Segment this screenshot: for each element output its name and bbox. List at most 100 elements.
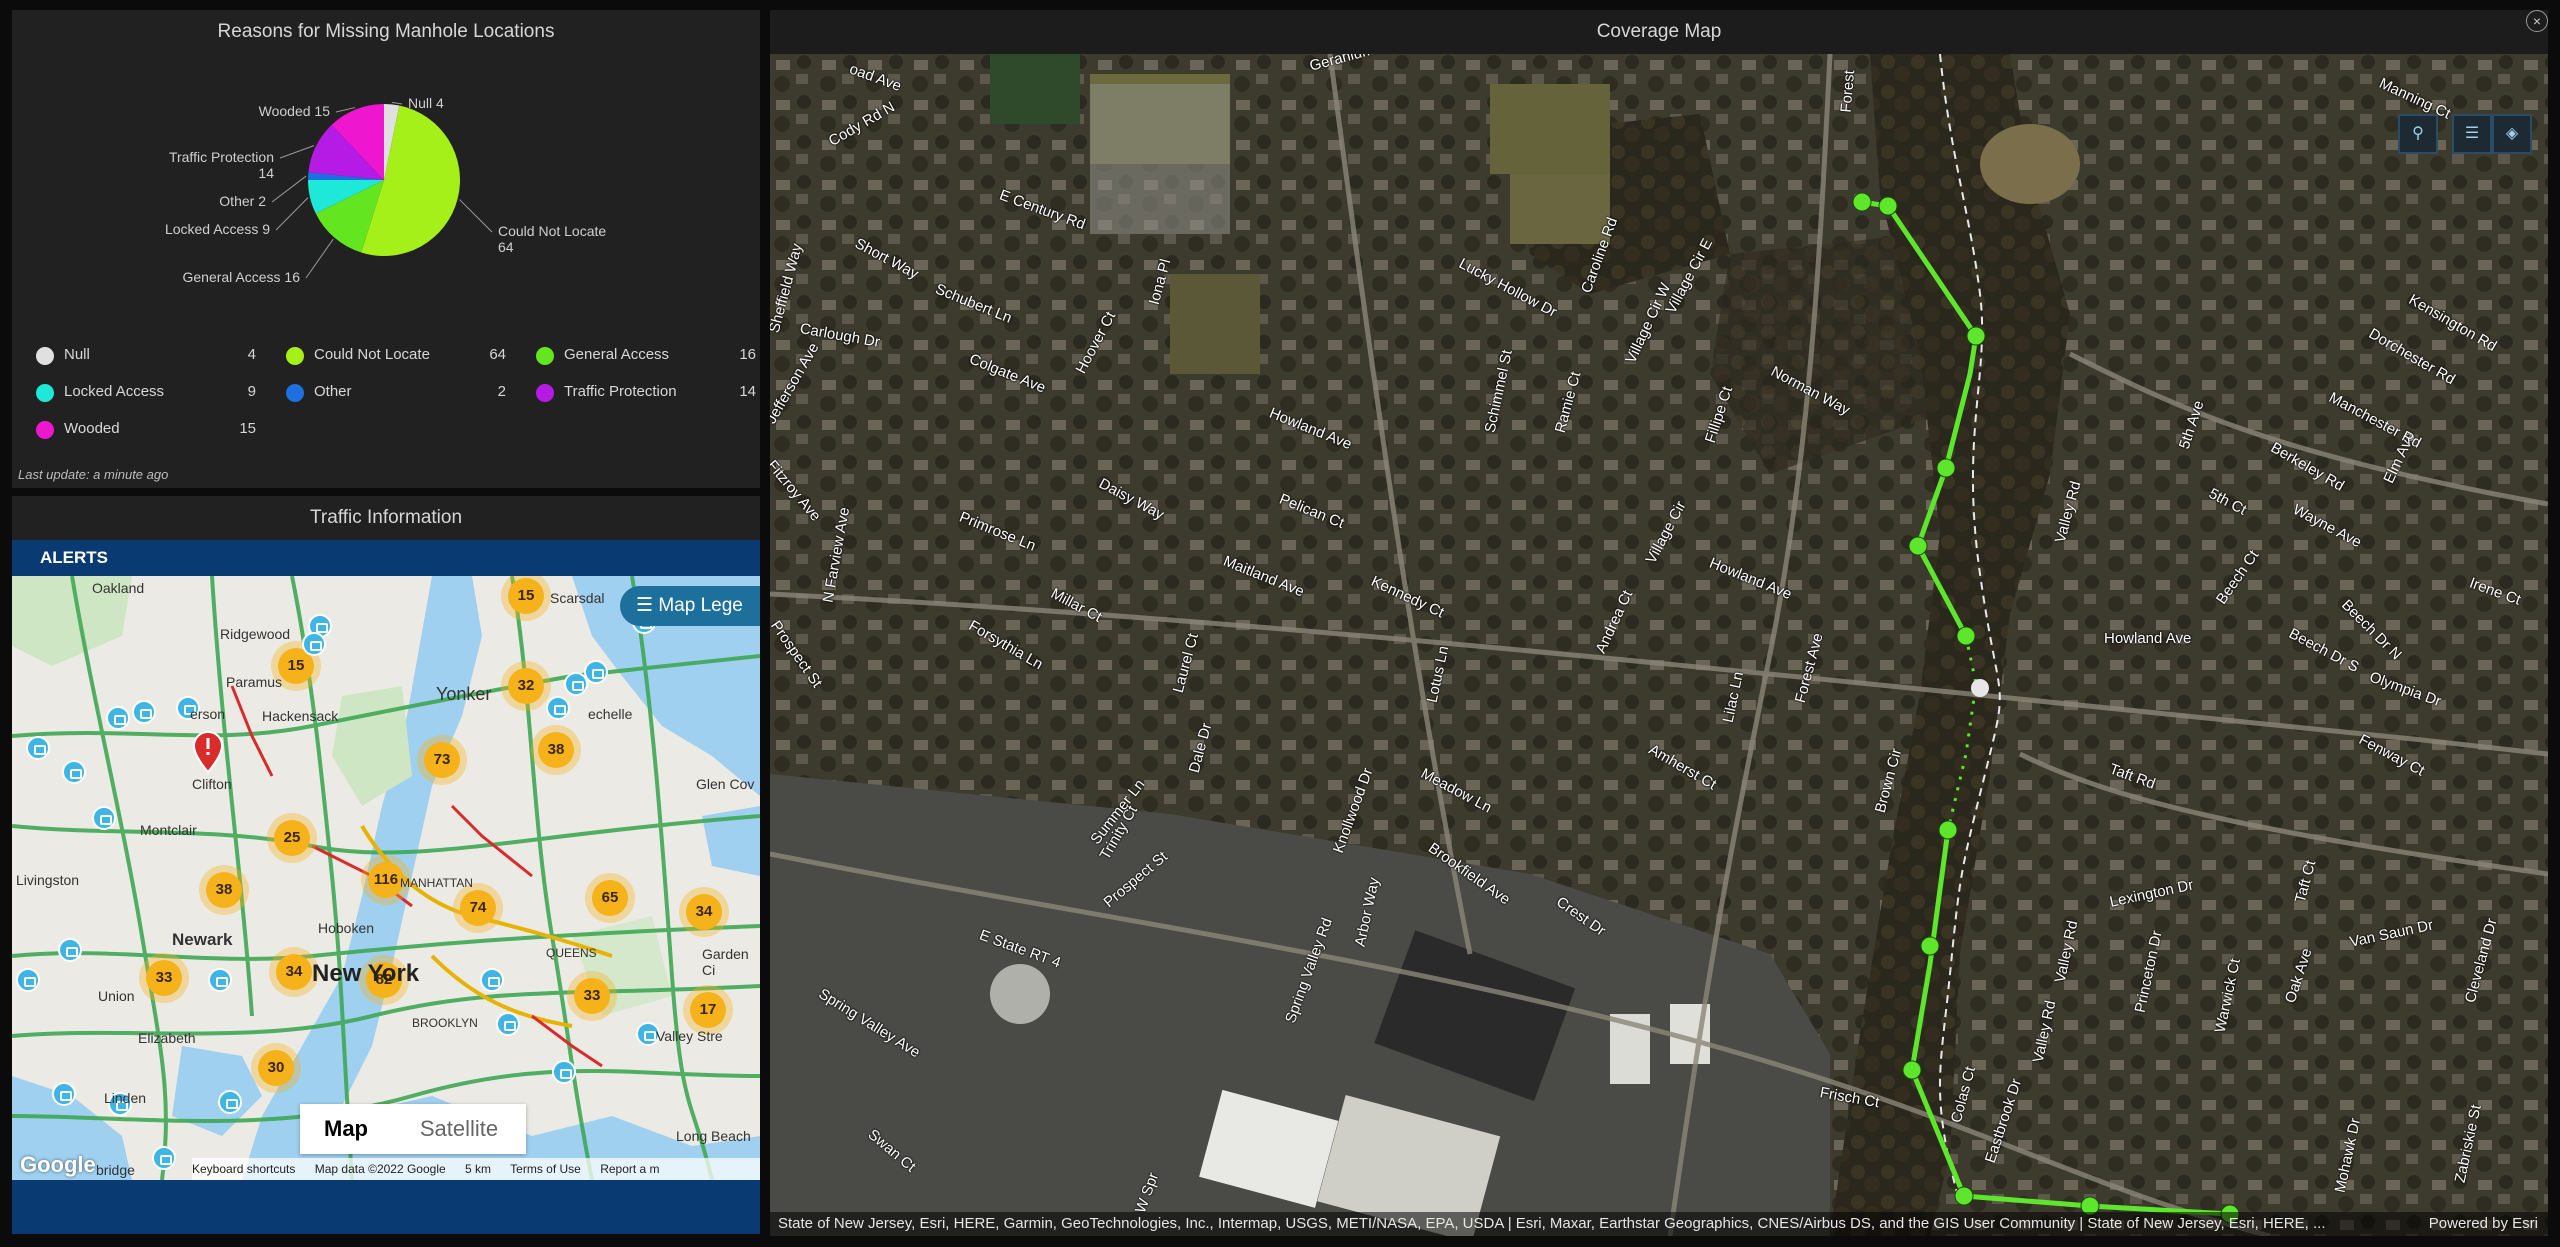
traffic-cluster[interactable]: 74 [460,890,496,926]
legend-count: 2 [497,383,506,400]
traffic-camera-icon[interactable] [106,706,130,730]
legend-count: 9 [247,383,256,400]
legend-item-could-not-locate[interactable]: Could Not Locate 64 [286,344,506,368]
traffic-camera-icon[interactable] [208,968,232,992]
city-label: Union [98,988,135,1004]
pie-leader-line [279,145,315,159]
city-label: Paramus [226,674,283,690]
traffic-cluster[interactable]: 15 [508,578,544,614]
traffic-camera-icon[interactable] [302,632,326,656]
legend-item-general-access[interactable]: General Access 16 [536,344,756,368]
traffic-camera-icon[interactable] [552,1060,576,1084]
map-attribution: State of New Jersey, Esri, HERE, Garmin,… [770,1212,2548,1236]
legend-swatch [286,384,304,402]
search-button[interactable]: ⚲ [2398,114,2438,154]
city-label: Yonker [436,684,492,704]
list-icon: ☰ [2464,125,2480,142]
traffic-map[interactable]: 15 15 32 73 38 25 116 38 74 65 34 33 34 … [12,576,760,1180]
traffic-cluster[interactable]: 38 [538,732,574,768]
map-footer: Keyboard shortcuts Map data ©2022 Google… [192,1158,760,1180]
legend-count: 14 [739,383,756,400]
legend-item-traffic-protection[interactable]: Traffic Protection 14 [536,381,756,405]
traffic-panel-footer [12,1180,760,1234]
map-data-text: Map data ©2022 Google [314,1162,446,1176]
traffic-alert-icon[interactable] [192,730,224,774]
city-label: Livingston [16,872,80,888]
traffic-cluster[interactable]: 33 [146,960,182,996]
report-link[interactable]: Report a m [600,1162,659,1176]
pie-label: Locked Access 9 [165,221,270,237]
pie-label: Could Not Locate 64 [498,223,606,255]
city-label: Montclair [140,822,197,838]
legend-swatch [36,421,54,439]
satellite-map[interactable]: oad Ave Geranium Ct Manning Ct Cody Rd N… [770,54,2548,1236]
pie-label: General Access 16 [182,269,300,285]
pie-label: Wooded 15 [259,103,331,119]
traffic-camera-icon[interactable] [26,736,50,760]
close-icon[interactable]: × [2526,10,2548,32]
traffic-cluster[interactable]: 34 [686,894,722,930]
city-label: echelle [588,706,633,722]
traffic-cluster[interactable]: 32 [508,668,544,704]
city-label: Garden Ci [702,946,749,978]
traffic-camera-icon[interactable] [58,938,82,962]
traffic-cluster[interactable]: 30 [258,1050,294,1086]
traffic-camera-icon[interactable] [218,1090,242,1114]
legend-count: 64 [489,346,506,363]
legend-button[interactable]: ☰ [2452,114,2492,154]
city-label: Scarsdal [550,590,605,606]
legend-label: Could Not Locate [314,346,430,363]
city-label: bridge [96,1162,135,1178]
legend-swatch [286,347,304,365]
legend-item-null[interactable]: Null 4 [36,344,256,368]
city-label: Newark [172,930,233,949]
legend-item-locked-access[interactable]: Locked Access 9 [36,381,256,405]
pie-leader-line [275,197,309,231]
city-label: Oakland [92,580,145,596]
traffic-camera-icon[interactable] [92,806,116,830]
traffic-panel-title: Traffic Information [309,507,463,528]
powered-by-esri[interactable]: Powered by Esri [2429,1212,2538,1236]
traffic-camera-icon[interactable] [496,1012,520,1036]
pie-leader-line [391,101,403,105]
traffic-cluster[interactable]: 38 [206,872,242,908]
legend-label: Wooded [64,420,120,437]
legend-swatch [536,347,554,365]
traffic-cluster[interactable]: 73 [424,742,460,778]
traffic-cluster[interactable]: 116 [368,862,404,898]
alerts-tab[interactable]: ALERTS [12,540,760,576]
traffic-camera-icon[interactable] [152,1146,176,1170]
keyboard-shortcuts-link[interactable]: Keyboard shortcuts [192,1162,295,1176]
traffic-cluster[interactable]: 25 [274,820,310,856]
last-update-text: Last update: a minute ago [18,467,169,482]
map-type-control: Map Satellite [300,1104,526,1154]
traffic-cluster[interactable]: 33 [574,978,610,1014]
traffic-cluster[interactable]: 65 [592,880,628,916]
map-legend-button[interactable]: ☰ Map Lege [620,586,760,626]
layers-button[interactable]: ◈ [2492,114,2532,154]
legend-label: General Access [564,346,670,363]
legend-item-other[interactable]: Other 2 [286,381,506,405]
city-label: QUEENS [546,946,597,960]
traffic-camera-icon[interactable] [132,700,156,724]
traffic-cluster[interactable]: 34 [276,954,312,990]
traffic-camera-icon[interactable] [480,968,504,992]
legend-label: Traffic Protection [564,383,677,400]
legend-count: 15 [239,420,256,437]
traffic-camera-icon[interactable] [584,660,608,684]
city-label: Valley Stre [656,1028,723,1044]
traffic-camera-icon[interactable] [62,760,86,784]
legend-swatch [536,384,554,402]
legend-count: 4 [247,346,256,363]
traffic-camera-icon[interactable] [546,696,570,720]
terms-link[interactable]: Terms of Use [510,1162,581,1176]
city-label: Ridgewood [220,626,291,642]
traffic-cluster[interactable]: 17 [690,992,726,1028]
city-label: erson [190,706,226,722]
map-type-map-button[interactable]: Map [300,1104,392,1154]
traffic-camera-icon[interactable] [16,968,40,992]
map-type-satellite-button[interactable]: Satellite [392,1104,526,1154]
legend-item-wooded[interactable]: Wooded 15 [36,418,256,442]
scale-text: 5 km [465,1162,492,1176]
traffic-camera-icon[interactable] [52,1082,76,1106]
